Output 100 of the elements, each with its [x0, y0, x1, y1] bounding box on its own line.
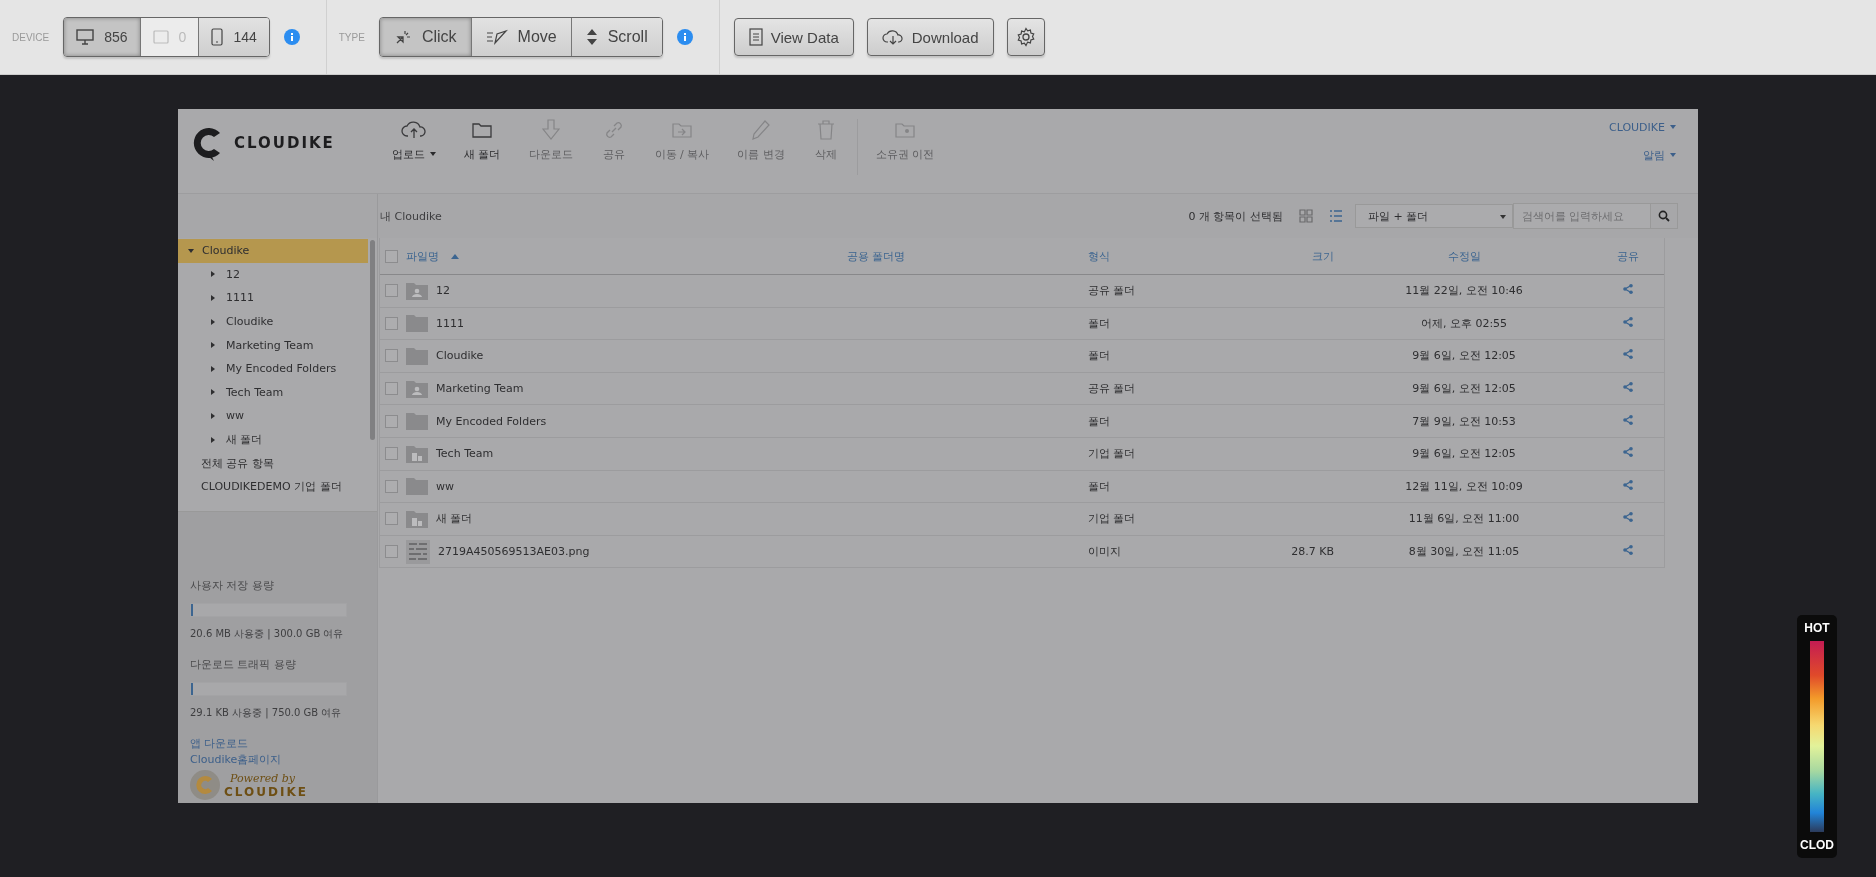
- device-button[interactable]: 856: [64, 18, 141, 56]
- list-view-icon[interactable]: [1329, 209, 1343, 223]
- quota-usage: 29.1 KB 사용중 | 750.0 GB 여유: [190, 706, 343, 720]
- up-down-arrows-icon: [585, 28, 598, 46]
- tree-item[interactable]: ww: [178, 404, 377, 428]
- tree-item[interactable]: Cloudike: [178, 239, 368, 263]
- sidebar-item[interactable]: 전체 공유 항목: [178, 451, 377, 475]
- logo-text: CLOUDIKE: [234, 134, 335, 152]
- document-icon: [748, 28, 763, 46]
- date-cell: 8월 30일, 오전 11:05: [1408, 545, 1520, 559]
- file-name[interactable]: 새 폴더: [436, 511, 473, 527]
- type-cell: 공유 폴더: [1088, 284, 1136, 298]
- folder-icon: [406, 314, 428, 333]
- file-name[interactable]: 1111: [436, 316, 464, 330]
- share-icon[interactable]: [1623, 545, 1633, 556]
- type-label: TYPE: [338, 31, 365, 43]
- device-label: DEVICE: [12, 31, 50, 43]
- share-icon[interactable]: [1623, 414, 1633, 425]
- trash-icon: [816, 119, 835, 141]
- tree-item[interactable]: 새 폴더: [178, 427, 377, 452]
- breadcrumb[interactable]: 내 Cloudike: [380, 208, 442, 224]
- building-folder-icon: [406, 509, 428, 528]
- share-icon[interactable]: [1623, 512, 1633, 523]
- file-name[interactable]: 2719A450569513AE03.png: [438, 545, 590, 559]
- monitor-icon: [76, 29, 95, 45]
- brand-text: CLOUDIKE: [224, 784, 308, 799]
- date-cell: 어제, 오후 02:55: [1420, 316, 1508, 330]
- date-cell: 11월 6일, 오전 11:00: [1408, 512, 1520, 526]
- cloud-upload-icon: [401, 119, 427, 141]
- file-name[interactable]: My Encoded Folders: [436, 414, 547, 428]
- folder-icon: [406, 347, 428, 365]
- row-checkbox[interactable]: [385, 316, 398, 330]
- row-checkbox[interactable]: [385, 447, 398, 461]
- select-all-checkbox[interactable]: [385, 249, 398, 263]
- upload-tool-button[interactable]: 업로드: [378, 119, 450, 162]
- settings-icon: [1015, 27, 1036, 47]
- grid-view-icon[interactable]: [1299, 209, 1313, 223]
- settings-button[interactable]: [1006, 18, 1045, 56]
- type-button[interactable]: Move: [471, 18, 572, 56]
- row-checkbox[interactable]: [385, 284, 398, 298]
- folder-icon: [406, 477, 428, 496]
- file-name[interactable]: ww: [436, 479, 454, 493]
- date-cell: 9월 6일, 오전 12:05: [1412, 447, 1516, 461]
- tree-item[interactable]: Cloudike: [178, 309, 377, 334]
- file-name[interactable]: 12: [436, 284, 450, 298]
- tablet-icon: [152, 29, 169, 45]
- folder-tool-button[interactable]: 새 폴더: [450, 119, 515, 162]
- tree-item[interactable]: 1111: [178, 286, 377, 310]
- type-button[interactable]: Scroll: [571, 18, 662, 56]
- powered-by-text: Powered by: [229, 771, 297, 785]
- date-cell: 7월 9일, 오전 10:53: [1412, 414, 1516, 428]
- date-cell: 11월 22일, 오전 10:46: [1405, 284, 1523, 298]
- device-button[interactable]: 144: [199, 18, 269, 56]
- file-name[interactable]: Cloudike: [436, 349, 484, 363]
- share-icon[interactable]: [1623, 284, 1633, 295]
- row-checkbox[interactable]: [385, 479, 398, 493]
- type-cell: 폴더: [1088, 316, 1110, 330]
- tree-item[interactable]: Marketing Team: [178, 333, 377, 357]
- file-name[interactable]: Tech Team: [436, 447, 494, 461]
- info-icon[interactable]: [283, 29, 300, 45]
- tree-item[interactable]: My Encoded Folders: [178, 356, 377, 381]
- row-checkbox[interactable]: [385, 382, 398, 396]
- quota-usage: 20.6 MB 사용중 | 300.0 GB 여유: [190, 627, 345, 641]
- type-cell: 폴더: [1088, 414, 1110, 428]
- row-checkbox[interactable]: [385, 545, 398, 559]
- row-checkbox[interactable]: [385, 512, 398, 526]
- cloud-download-icon: [881, 29, 904, 45]
- building-folder-icon: [406, 444, 428, 463]
- file-name[interactable]: Marketing Team: [436, 382, 524, 396]
- row-checkbox[interactable]: [385, 349, 398, 363]
- sort-ascending-icon[interactable]: [451, 253, 459, 259]
- logo-icon: [190, 770, 220, 800]
- quota-title: 사용자 저장 용량: [190, 578, 275, 593]
- type-cell: 이미지: [1088, 545, 1121, 559]
- download-button[interactable]: Download: [866, 18, 994, 56]
- image-thumbnail-icon: [406, 539, 430, 564]
- date-cell: 9월 6일, 오전 12:05: [1412, 382, 1516, 396]
- tree-item[interactable]: 12: [178, 262, 377, 287]
- shared-folder-icon: [406, 379, 428, 398]
- info-icon[interactable]: [676, 29, 693, 45]
- pencil-icon: [751, 119, 770, 141]
- sidebar-item[interactable]: CLOUDIKEDEMO 기업 폴더: [178, 474, 377, 499]
- filter-dropdown[interactable]: 파일 + 폴더: [1355, 204, 1513, 228]
- type-cell: 공유 폴더: [1088, 382, 1136, 396]
- cursor-trail-icon: [485, 29, 508, 45]
- down-arrow-icon: [541, 119, 560, 141]
- date-cell: 12월 11일, 오전 10:09: [1405, 479, 1523, 493]
- scrollbar[interactable]: [370, 240, 375, 440]
- type-button[interactable]: Click: [379, 18, 472, 56]
- row-checkbox[interactable]: [385, 414, 398, 428]
- search-icon: [1658, 210, 1670, 222]
- share-icon[interactable]: [1623, 316, 1633, 327]
- folder-icon: [406, 412, 428, 431]
- share-icon[interactable]: [1623, 382, 1633, 393]
- quota-title: 다운로드 트래픽 용량: [190, 657, 297, 672]
- view-data-button[interactable]: View Data: [733, 18, 854, 56]
- share-icon[interactable]: [1623, 349, 1633, 360]
- share-icon[interactable]: [1623, 479, 1633, 490]
- share-icon[interactable]: [1623, 447, 1633, 458]
- tree-item[interactable]: Tech Team: [178, 380, 377, 405]
